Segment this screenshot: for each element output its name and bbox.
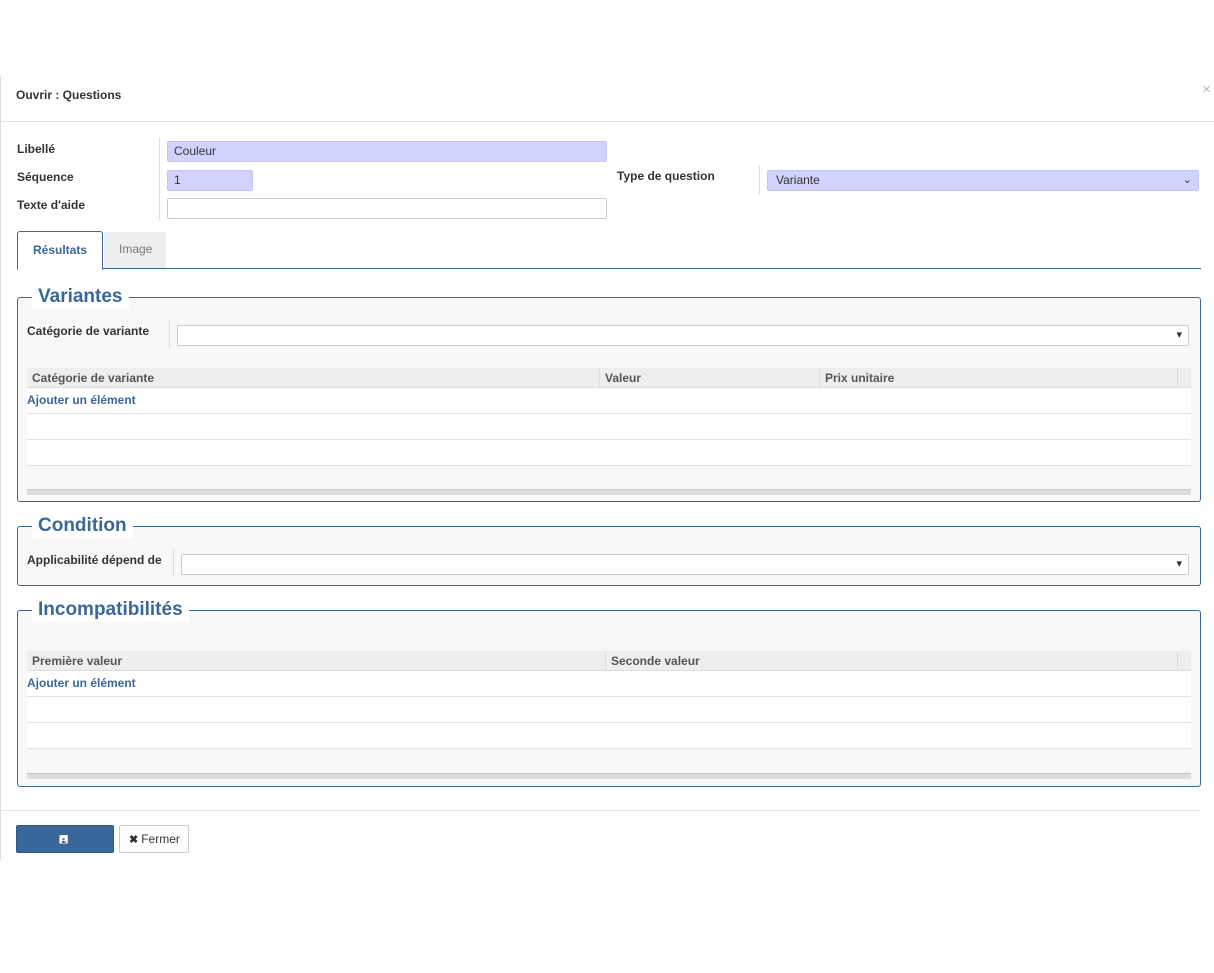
table-header: Catégorie de variante Valeur Prix unitai… — [27, 368, 1191, 388]
column-header[interactable]: Valeur — [599, 368, 819, 388]
applicabilite-label: Applicabilité dépend de — [27, 553, 162, 567]
table-row — [27, 440, 1191, 466]
type-question-select[interactable]: Variante ⌄ — [767, 170, 1199, 191]
list-item: Ajouter un élément — [27, 671, 1191, 697]
incompatibilites-group: Incompatibilités Première valeur Seconde… — [17, 598, 1201, 787]
label-separator — [173, 549, 174, 577]
libelle-input[interactable]: Couleur — [167, 141, 607, 162]
variantes-group: Variantes Catégorie de variante ▾ Catégo… — [17, 285, 1201, 502]
caret-down-icon: ▾ — [1176, 558, 1182, 570]
categorie-variante-select[interactable]: ▾ — [177, 325, 1189, 346]
modal-dialog: Ouvrir : Questions × Libellé Couleur Séq… — [0, 76, 1214, 873]
tab-resultats[interactable]: Résultats — [17, 231, 103, 270]
notebook-tabs: Résultats Image — [17, 231, 1201, 270]
variantes-legend: Variantes — [32, 285, 129, 309]
categorie-variante-label: Catégorie de variante — [27, 324, 150, 338]
save-button-label: Sauvegarder — [30, 859, 100, 873]
incompatibilites-table: Première valeur Seconde valeur Ajouter u… — [27, 651, 1191, 781]
times-icon: ✖ — [129, 834, 139, 846]
label-separator — [159, 138, 160, 220]
close-button[interactable]: ✖ Fermer — [119, 825, 189, 853]
add-incompatibilite-line-link[interactable]: Ajouter un élément — [27, 676, 136, 690]
table-row — [27, 414, 1191, 440]
chevron-down-icon: ⌄ — [1182, 174, 1192, 186]
column-header[interactable]: Seconde valeur — [605, 651, 1177, 671]
type-question-value: Variante — [776, 173, 820, 187]
modal-header: Ouvrir : Questions × — [1, 76, 1214, 122]
column-header-spacer — [1177, 368, 1191, 388]
table-row — [27, 723, 1191, 749]
modal-title: Ouvrir : Questions — [16, 88, 122, 102]
type-question-label: Type de question — [617, 169, 715, 183]
applicabilite-select[interactable]: ▾ — [181, 554, 1189, 575]
save-button[interactable]: 🖪 Sauvegarder — [16, 825, 114, 873]
footer-divider — [1, 810, 1201, 811]
tab-image[interactable]: Image — [104, 232, 166, 268]
table-row — [27, 697, 1191, 723]
column-header[interactable]: Prix unitaire — [819, 368, 1177, 388]
label-separator — [759, 166, 760, 194]
variantes-table: Catégorie de variante Valeur Prix unitai… — [27, 368, 1191, 496]
floppy-disk-icon: 🖪 — [58, 834, 69, 846]
horizontal-scrollbar[interactable] — [27, 773, 1191, 779]
horizontal-scrollbar[interactable] — [27, 489, 1191, 495]
texte-aide-label: Texte d'aide — [17, 198, 85, 212]
sequence-label: Séquence — [17, 170, 74, 184]
caret-down-icon: ▾ — [1176, 329, 1182, 341]
condition-group: Condition Applicabilité dépend de ▾ — [17, 514, 1201, 586]
condition-legend: Condition — [32, 514, 133, 538]
sequence-input[interactable]: 1 — [167, 170, 253, 191]
table-header: Première valeur Seconde valeur — [27, 651, 1191, 671]
column-header[interactable]: Catégorie de variante — [27, 368, 599, 388]
close-icon[interactable]: × — [1202, 82, 1211, 97]
texte-aide-input[interactable] — [167, 198, 607, 219]
column-header[interactable]: Première valeur — [27, 651, 605, 671]
incompatibilites-legend: Incompatibilités — [32, 598, 189, 622]
list-item: Ajouter un élément — [27, 388, 1191, 414]
label-separator — [169, 320, 170, 348]
libelle-label: Libellé — [17, 142, 56, 156]
close-button-label: Fermer — [141, 832, 180, 846]
add-variante-line-link[interactable]: Ajouter un élément — [27, 393, 136, 407]
column-header-spacer — [1177, 651, 1191, 671]
